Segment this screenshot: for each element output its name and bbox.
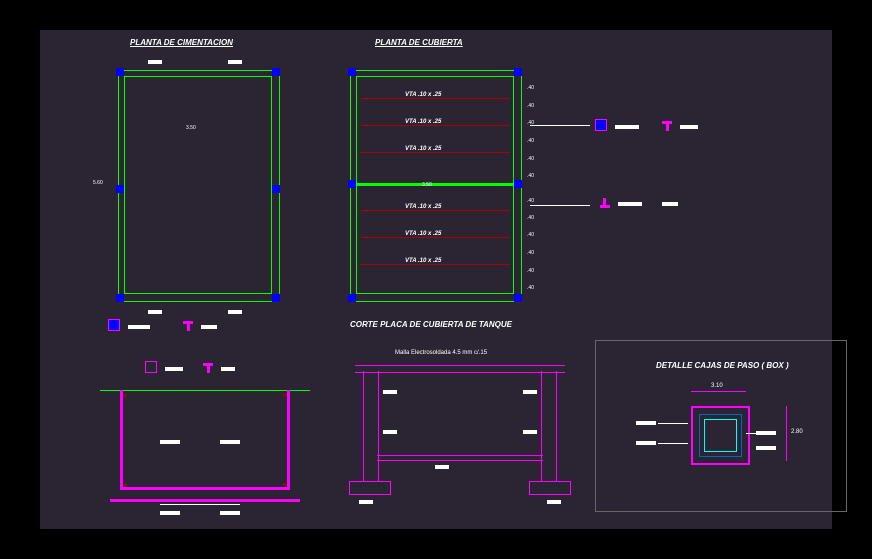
legend-vigueta (600, 195, 678, 213)
tee-symbol-icon (600, 198, 610, 208)
column-symbol-icon (108, 319, 120, 331)
title-box: DETALLE CAJAS DE PASO ( BOX ) (656, 361, 789, 370)
title-foundation: PLANTA DE CIMENTACION (130, 38, 233, 47)
box-detail: DETALLE CAJAS DE PASO ( BOX ) 3.10 2.80 (595, 340, 847, 512)
mesh-label: Malla Electrosoldada 4.5 mm c/.15 (395, 350, 487, 356)
tee-symbol-icon (662, 121, 672, 131)
title-tankcut: CORTE PLACA DE CUBIERTA DE TANQUE (350, 320, 512, 329)
tee-symbol-icon (183, 321, 193, 331)
wall-section (100, 370, 310, 520)
legend-foundation (108, 318, 217, 336)
leader-line (530, 125, 590, 126)
leader-line (530, 205, 590, 206)
box-outline (691, 406, 750, 465)
dim-width: 3.10 (711, 383, 723, 389)
dim-height: 2.80 (791, 429, 803, 435)
legend-column (595, 118, 698, 136)
cover-plan: VTA .10 x .25 VTA .10 x .25 VTA .10 x .2… (350, 70, 520, 300)
cad-canvas[interactable]: PLANTA DE CIMENTACION 3.50 5.60 PLANTA D… (40, 30, 832, 529)
tank-cut: Malla Electrosoldada 4.5 mm c/.15 (345, 340, 575, 520)
column-symbol-icon (595, 119, 607, 131)
title-cover: PLANTA DE CUBIERTA (375, 38, 463, 47)
foundation-plan: 3.50 5.60 (118, 70, 278, 300)
